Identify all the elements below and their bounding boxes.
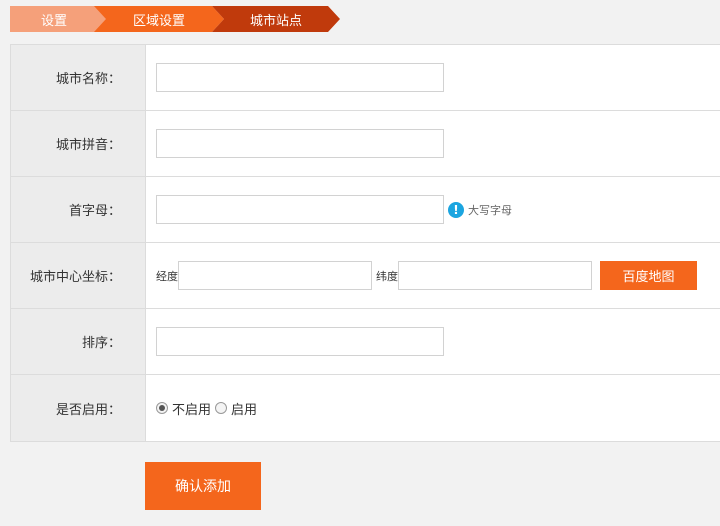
confirm-add-button[interactable]: 确认添加 (145, 462, 261, 510)
sort-label: 排序： (11, 309, 146, 374)
initial-label: 首字母： (11, 177, 146, 242)
longitude-label: 经度 (156, 269, 178, 283)
latitude-input[interactable] (398, 261, 592, 290)
sort-field-cell (146, 309, 720, 374)
breadcrumb-item-city-sites[interactable]: 城市站点 (212, 6, 340, 32)
breadcrumb-item-region-settings[interactable]: 区域设置 (94, 6, 224, 32)
sort-input[interactable] (156, 327, 444, 356)
city-pinyin-label: 城市拼音： (11, 111, 146, 176)
radio-disabled-label[interactable]: 不启用 (172, 399, 211, 418)
city-pinyin-input[interactable] (156, 129, 444, 158)
longitude-input[interactable] (178, 261, 372, 290)
city-form: 城市名称： 城市拼音： 首字母： ! 大写字母 城市中心坐标： 经度 纬度 百度… (10, 44, 720, 442)
center-coords-label: 城市中心坐标： (11, 243, 146, 308)
breadcrumb-item-settings[interactable]: 设置 (10, 6, 110, 32)
initial-hint-text: 大写字母 (468, 203, 512, 217)
radio-enabled-label[interactable]: 启用 (231, 399, 257, 418)
form-row-enabled: 是否启用： 不启用 启用 (11, 375, 720, 441)
form-row-center-coords: 城市中心坐标： 经度 纬度 百度地图 (11, 243, 720, 309)
latitude-label: 纬度 (376, 269, 398, 283)
breadcrumb: 设置 区域设置 城市站点 (10, 6, 350, 32)
form-row-sort: 排序： (11, 309, 720, 375)
radio-disabled[interactable] (156, 402, 168, 414)
initial-field-cell: ! 大写字母 (146, 177, 720, 242)
radio-enabled[interactable] (215, 402, 228, 414)
city-name-label: 城市名称： (11, 45, 146, 110)
city-name-input[interactable] (156, 63, 444, 92)
baidu-map-button[interactable]: 百度地图 (600, 261, 697, 290)
form-row-city-pinyin: 城市拼音： (11, 111, 720, 177)
enabled-label: 是否启用： (11, 375, 146, 441)
info-icon: ! (448, 201, 464, 218)
enabled-radio-group: 不启用 启用 (156, 399, 261, 418)
city-pinyin-field-cell (146, 111, 720, 176)
form-row-city-name: 城市名称： (11, 45, 720, 111)
center-coords-field-cell: 经度 纬度 百度地图 (146, 243, 720, 308)
enabled-field-cell: 不启用 启用 (146, 375, 720, 441)
city-name-field-cell (146, 45, 720, 110)
initial-hint: ! 大写字母 (448, 201, 512, 218)
form-row-initial: 首字母： ! 大写字母 (11, 177, 720, 243)
initial-input[interactable] (156, 195, 444, 224)
